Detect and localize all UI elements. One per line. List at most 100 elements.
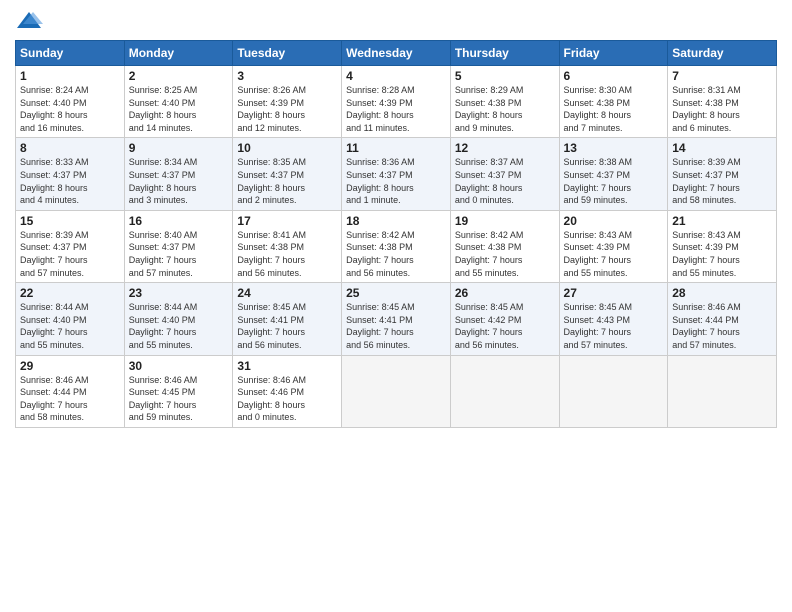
- calendar-day-cell: 14Sunrise: 8:39 AM Sunset: 4:37 PM Dayli…: [668, 138, 777, 210]
- day-number: 31: [237, 359, 337, 373]
- day-info: Sunrise: 8:46 AM Sunset: 4:44 PM Dayligh…: [20, 374, 120, 424]
- calendar-day-cell: 20Sunrise: 8:43 AM Sunset: 4:39 PM Dayli…: [559, 210, 668, 282]
- calendar-table: SundayMondayTuesdayWednesdayThursdayFrid…: [15, 40, 777, 428]
- day-info: Sunrise: 8:33 AM Sunset: 4:37 PM Dayligh…: [20, 156, 120, 206]
- calendar-day-cell: 21Sunrise: 8:43 AM Sunset: 4:39 PM Dayli…: [668, 210, 777, 282]
- day-number: 24: [237, 286, 337, 300]
- empty-cell: [342, 355, 451, 427]
- calendar-day-cell: 28Sunrise: 8:46 AM Sunset: 4:44 PM Dayli…: [668, 283, 777, 355]
- weekday-header-sunday: Sunday: [16, 41, 125, 66]
- day-number: 21: [672, 214, 772, 228]
- day-info: Sunrise: 8:30 AM Sunset: 4:38 PM Dayligh…: [564, 84, 664, 134]
- day-info: Sunrise: 8:34 AM Sunset: 4:37 PM Dayligh…: [129, 156, 229, 206]
- day-info: Sunrise: 8:28 AM Sunset: 4:39 PM Dayligh…: [346, 84, 446, 134]
- calendar-day-cell: 18Sunrise: 8:42 AM Sunset: 4:38 PM Dayli…: [342, 210, 451, 282]
- day-info: Sunrise: 8:44 AM Sunset: 4:40 PM Dayligh…: [129, 301, 229, 351]
- calendar-day-cell: 11Sunrise: 8:36 AM Sunset: 4:37 PM Dayli…: [342, 138, 451, 210]
- day-number: 15: [20, 214, 120, 228]
- weekday-header-saturday: Saturday: [668, 41, 777, 66]
- calendar-day-cell: 2Sunrise: 8:25 AM Sunset: 4:40 PM Daylig…: [124, 66, 233, 138]
- day-number: 7: [672, 69, 772, 83]
- day-info: Sunrise: 8:45 AM Sunset: 4:43 PM Dayligh…: [564, 301, 664, 351]
- header: [15, 10, 777, 32]
- calendar-day-cell: 7Sunrise: 8:31 AM Sunset: 4:38 PM Daylig…: [668, 66, 777, 138]
- calendar-day-cell: 31Sunrise: 8:46 AM Sunset: 4:46 PM Dayli…: [233, 355, 342, 427]
- day-info: Sunrise: 8:43 AM Sunset: 4:39 PM Dayligh…: [672, 229, 772, 279]
- calendar-day-cell: 3Sunrise: 8:26 AM Sunset: 4:39 PM Daylig…: [233, 66, 342, 138]
- day-info: Sunrise: 8:43 AM Sunset: 4:39 PM Dayligh…: [564, 229, 664, 279]
- calendar-day-cell: 30Sunrise: 8:46 AM Sunset: 4:45 PM Dayli…: [124, 355, 233, 427]
- weekday-header-thursday: Thursday: [450, 41, 559, 66]
- day-number: 4: [346, 69, 446, 83]
- empty-cell: [559, 355, 668, 427]
- calendar-day-cell: 10Sunrise: 8:35 AM Sunset: 4:37 PM Dayli…: [233, 138, 342, 210]
- day-number: 16: [129, 214, 229, 228]
- day-info: Sunrise: 8:45 AM Sunset: 4:41 PM Dayligh…: [346, 301, 446, 351]
- day-number: 1: [20, 69, 120, 83]
- day-info: Sunrise: 8:42 AM Sunset: 4:38 PM Dayligh…: [346, 229, 446, 279]
- calendar-week-row: 1Sunrise: 8:24 AM Sunset: 4:40 PM Daylig…: [16, 66, 777, 138]
- calendar-day-cell: 26Sunrise: 8:45 AM Sunset: 4:42 PM Dayli…: [450, 283, 559, 355]
- calendar-day-cell: 16Sunrise: 8:40 AM Sunset: 4:37 PM Dayli…: [124, 210, 233, 282]
- day-number: 14: [672, 141, 772, 155]
- day-info: Sunrise: 8:31 AM Sunset: 4:38 PM Dayligh…: [672, 84, 772, 134]
- calendar-day-cell: 4Sunrise: 8:28 AM Sunset: 4:39 PM Daylig…: [342, 66, 451, 138]
- calendar-week-row: 22 Sunrise: 8:44 AM Sunset: 4:40 PM Dayli…: [16, 283, 777, 355]
- weekday-header-tuesday: Tuesday: [233, 41, 342, 66]
- calendar-day-cell: 27Sunrise: 8:45 AM Sunset: 4:43 PM Dayli…: [559, 283, 668, 355]
- calendar-day-cell: 12Sunrise: 8:37 AM Sunset: 4:37 PM Dayli…: [450, 138, 559, 210]
- weekday-header-monday: Monday: [124, 41, 233, 66]
- calendar-day-cell: 6Sunrise: 8:30 AM Sunset: 4:38 PM Daylig…: [559, 66, 668, 138]
- day-number: 29: [20, 359, 120, 373]
- day-info: Sunrise: 8:46 AM Sunset: 4:46 PM Dayligh…: [237, 374, 337, 424]
- day-number: 13: [564, 141, 664, 155]
- calendar-day-cell: 22Sunrise: 8:44 AM Sunset: 4:40 PM Dayli…: [16, 283, 125, 355]
- calendar-day-cell: 29Sunrise: 8:46 AM Sunset: 4:44 PM Dayli…: [16, 355, 125, 427]
- day-number: 28: [672, 286, 772, 300]
- day-number: 27: [564, 286, 664, 300]
- day-number: 18: [346, 214, 446, 228]
- day-number: 11: [346, 141, 446, 155]
- weekday-header-friday: Friday: [559, 41, 668, 66]
- day-info: Sunrise: 8:29 AM Sunset: 4:38 PM Dayligh…: [455, 84, 555, 134]
- day-info: Sunrise: 8:46 AM Sunset: 4:45 PM Dayligh…: [129, 374, 229, 424]
- day-info: Sunrise: 8:35 AM Sunset: 4:37 PM Dayligh…: [237, 156, 337, 206]
- main-container: SundayMondayTuesdayWednesdayThursdayFrid…: [0, 0, 792, 438]
- calendar-day-cell: 23Sunrise: 8:44 AM Sunset: 4:40 PM Dayli…: [124, 283, 233, 355]
- day-number: 3: [237, 69, 337, 83]
- logo-icon: [15, 10, 43, 32]
- calendar-week-row: 15Sunrise: 8:39 AM Sunset: 4:37 PM Dayli…: [16, 210, 777, 282]
- day-number: 19: [455, 214, 555, 228]
- logo: [15, 10, 47, 32]
- day-info: Sunrise: 8:39 AM Sunset: 4:37 PM Dayligh…: [672, 156, 772, 206]
- day-number: 26: [455, 286, 555, 300]
- calendar-day-cell: 5Sunrise: 8:29 AM Sunset: 4:38 PM Daylig…: [450, 66, 559, 138]
- empty-cell: [450, 355, 559, 427]
- day-number: 5: [455, 69, 555, 83]
- day-info: Sunrise: 8:39 AM Sunset: 4:37 PM Dayligh…: [20, 229, 120, 279]
- day-number: 2: [129, 69, 229, 83]
- day-info: Sunrise: 8:38 AM Sunset: 4:37 PM Dayligh…: [564, 156, 664, 206]
- calendar-week-row: 8Sunrise: 8:33 AM Sunset: 4:37 PM Daylig…: [16, 138, 777, 210]
- day-info: Sunrise: 8:25 AM Sunset: 4:40 PM Dayligh…: [129, 84, 229, 134]
- day-info: Sunrise: 8:46 AM Sunset: 4:44 PM Dayligh…: [672, 301, 772, 351]
- day-info: Sunrise: 8:45 AM Sunset: 4:42 PM Dayligh…: [455, 301, 555, 351]
- day-info: Sunrise: 8:26 AM Sunset: 4:39 PM Dayligh…: [237, 84, 337, 134]
- day-number: 9: [129, 141, 229, 155]
- calendar-day-cell: 1Sunrise: 8:24 AM Sunset: 4:40 PM Daylig…: [16, 66, 125, 138]
- day-info: Sunrise: 8:41 AM Sunset: 4:38 PM Dayligh…: [237, 229, 337, 279]
- day-info: Sunrise: 8:45 AM Sunset: 4:41 PM Dayligh…: [237, 301, 337, 351]
- day-number: 17: [237, 214, 337, 228]
- calendar-day-cell: 9Sunrise: 8:34 AM Sunset: 4:37 PM Daylig…: [124, 138, 233, 210]
- calendar-day-cell: 25Sunrise: 8:45 AM Sunset: 4:41 PM Dayli…: [342, 283, 451, 355]
- day-number: 25: [346, 286, 446, 300]
- calendar-week-row: 29Sunrise: 8:46 AM Sunset: 4:44 PM Dayli…: [16, 355, 777, 427]
- calendar-day-cell: 24Sunrise: 8:45 AM Sunset: 4:41 PM Dayli…: [233, 283, 342, 355]
- calendar-day-cell: 15Sunrise: 8:39 AM Sunset: 4:37 PM Dayli…: [16, 210, 125, 282]
- calendar-day-cell: 8Sunrise: 8:33 AM Sunset: 4:37 PM Daylig…: [16, 138, 125, 210]
- day-number: 6: [564, 69, 664, 83]
- day-number: 10: [237, 141, 337, 155]
- calendar-day-cell: 13Sunrise: 8:38 AM Sunset: 4:37 PM Dayli…: [559, 138, 668, 210]
- day-number: 22: [20, 286, 120, 300]
- day-number: 30: [129, 359, 229, 373]
